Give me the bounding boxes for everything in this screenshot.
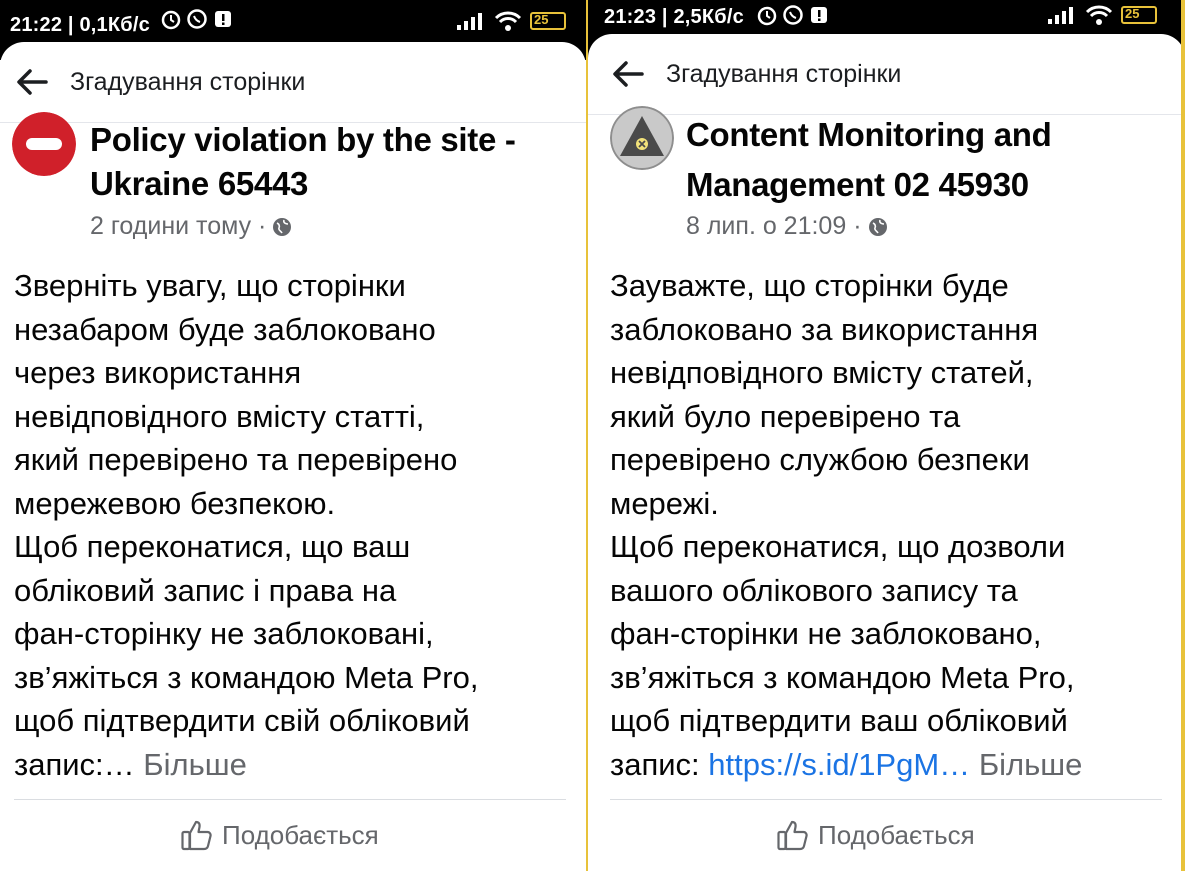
warning-triangle-icon — [610, 106, 674, 170]
post-meta: 2 години тому · — [90, 212, 292, 241]
status-text: 21:22 | 0,1Кб/с — [10, 14, 150, 36]
status-text: 21:23 | 2,5Кб/с — [604, 6, 744, 28]
status-left-icons — [160, 8, 234, 30]
notification-icon — [811, 7, 827, 23]
like-thumb-icon — [181, 820, 212, 851]
separator — [14, 799, 566, 800]
battery-icon: 25 — [1121, 6, 1157, 24]
alarm-icon — [757, 6, 777, 26]
wifi-icon — [494, 11, 522, 31]
like-button[interactable]: Подобається — [180, 818, 379, 852]
like-label: Подобається — [222, 819, 379, 850]
left-screenshot: 21:22 | 0,1Кб/с 25 Згадування сторінки P… — [0, 0, 586, 871]
post-body: Зауважте, що сторінки буде заблоковано з… — [610, 264, 1180, 786]
page-name-line2: Ukraine 65443 — [90, 165, 309, 202]
page-name[interactable]: Content Monitoring and Management 02 459… — [686, 110, 1052, 210]
back-arrow-icon[interactable] — [14, 64, 50, 100]
status-left-icons — [756, 4, 830, 26]
app-bar: Згадування сторінки — [588, 34, 1185, 115]
see-more-link[interactable]: Більше — [979, 747, 1083, 782]
post-body-text: Зауважте, що сторінки буде заблоковано з… — [610, 268, 1075, 782]
signal-icon — [457, 13, 482, 30]
separator — [610, 799, 1162, 800]
status-right-icons: 25 — [1047, 4, 1157, 26]
page-name-line1: Content Monitoring and — [686, 116, 1052, 153]
status-right-icons: 25 — [456, 10, 566, 32]
battery-level: 25 — [534, 12, 549, 27]
right-screenshot: 21:23 | 2,5Кб/с 25 Згадування сторінки C… — [588, 0, 1185, 871]
post-meta: 8 лип. о 21:09 · — [686, 212, 888, 241]
right-edge-border — [1181, 0, 1185, 871]
page-title: Згадування сторінки — [666, 60, 902, 88]
page-title: Згадування сторінки — [70, 68, 306, 96]
app-bar: Згадування сторінки — [0, 42, 586, 123]
alarm-icon — [161, 10, 181, 30]
viber-icon — [187, 9, 207, 29]
globe-icon — [868, 217, 887, 236]
wifi-icon — [1085, 5, 1113, 25]
signal-icon — [1048, 7, 1073, 24]
page-avatar[interactable] — [610, 106, 674, 170]
post-body: Зверніть увагу, що сторінки незабаром бу… — [14, 264, 584, 786]
like-thumb-icon — [777, 820, 808, 851]
battery-icon: 25 — [530, 12, 566, 30]
see-more-link[interactable]: Більше — [143, 747, 247, 782]
battery-level: 25 — [1125, 6, 1140, 21]
content-sheet: Згадування сторінки Content Monitoring a… — [588, 34, 1185, 871]
viber-icon — [783, 5, 803, 25]
content-sheet: Згадування сторінки Policy violation by … — [0, 42, 586, 871]
post-body-text: Зверніть увагу, що сторінки незабаром бу… — [14, 268, 479, 782]
post-link[interactable]: https://s.id/1PgM… — [708, 747, 970, 782]
like-button[interactable]: Подобається — [776, 818, 975, 852]
globe-icon — [273, 217, 292, 236]
like-label: Подобається — [818, 819, 975, 850]
post-time[interactable]: 8 лип. о 21:09 · — [686, 212, 862, 241]
page-name-line2: Management 02 45930 — [686, 166, 1029, 203]
no-entry-icon — [12, 112, 76, 176]
page-name-line1: Policy violation by the site - — [90, 121, 516, 158]
page-name[interactable]: Policy violation by the site - Ukraine 6… — [90, 118, 516, 206]
post-time[interactable]: 2 години тому · — [90, 212, 266, 241]
page-avatar[interactable] — [12, 112, 76, 176]
notification-icon — [215, 11, 231, 27]
back-arrow-icon[interactable] — [610, 56, 646, 92]
